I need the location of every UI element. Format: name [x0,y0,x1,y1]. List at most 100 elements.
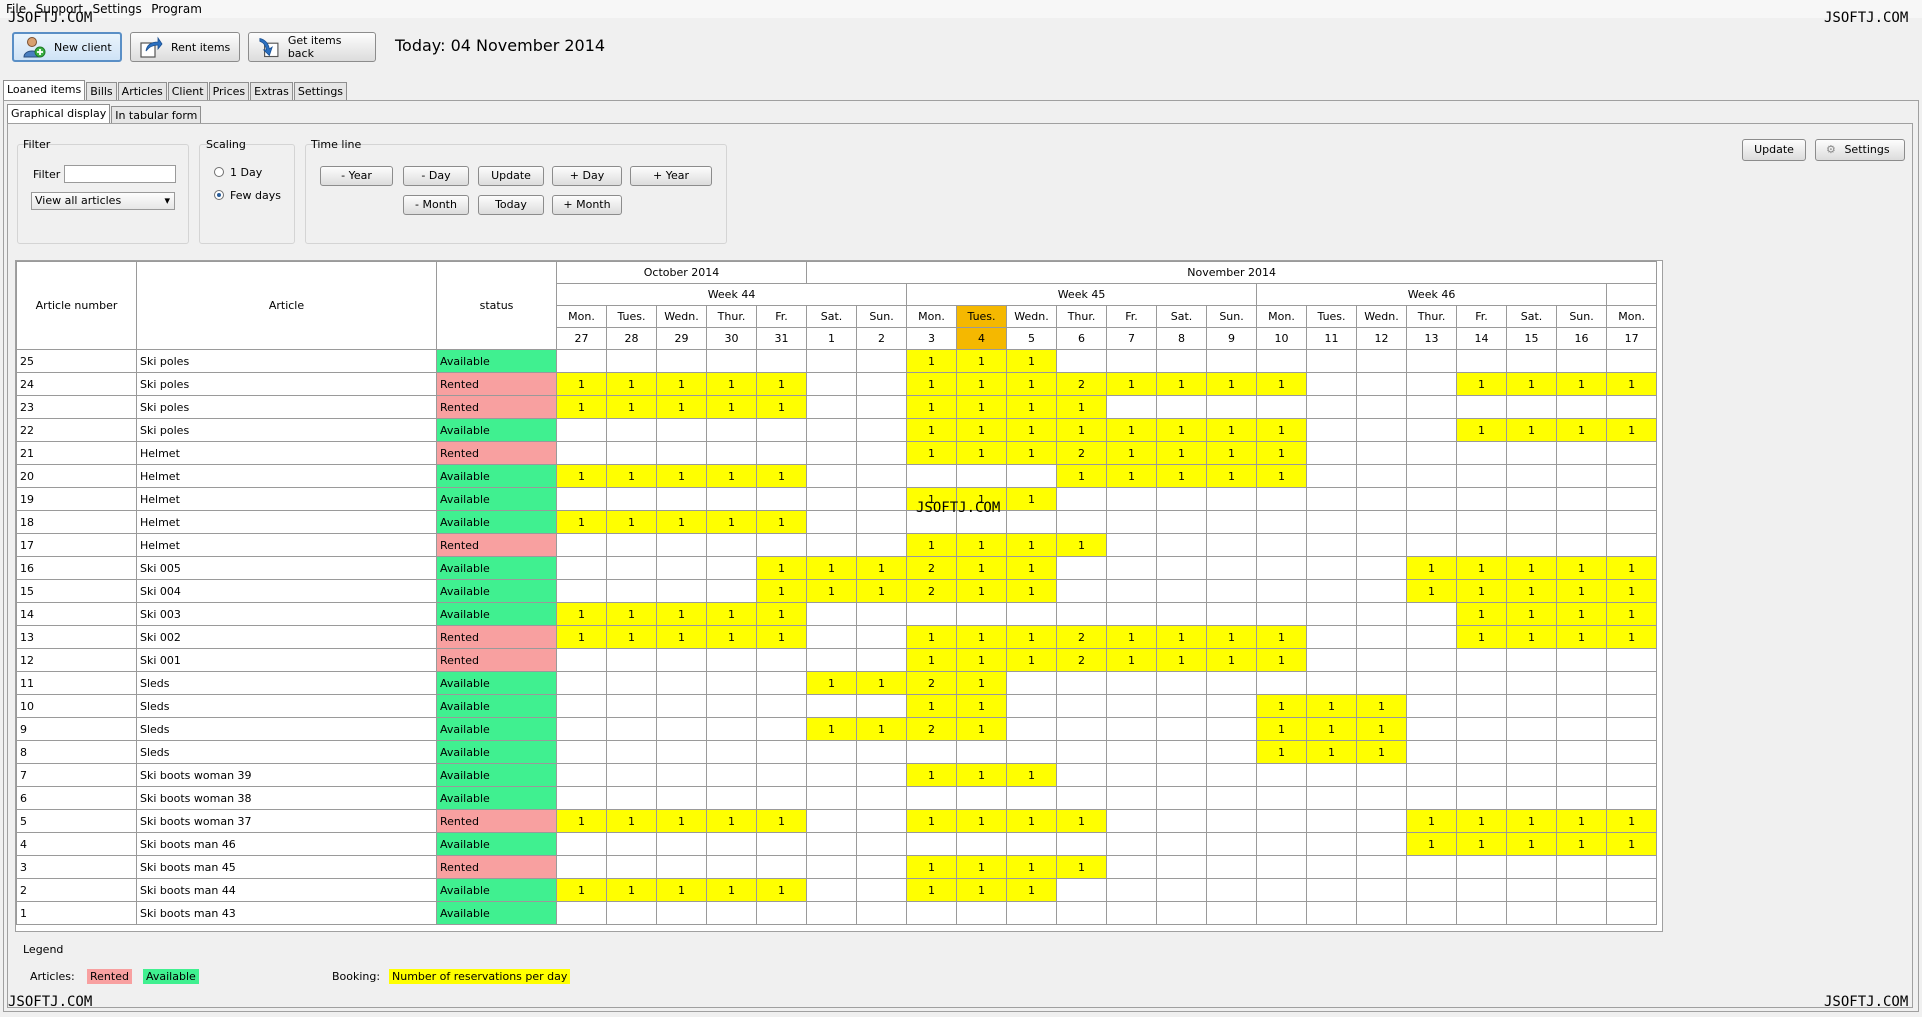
booking-cell[interactable]: 1 [1556,832,1608,856]
booking-cell[interactable] [1306,510,1358,534]
booking-cell[interactable]: 2 [906,556,958,580]
booking-cell[interactable] [1356,648,1408,672]
booking-cell[interactable] [755,349,808,373]
booking-cell[interactable] [755,418,808,442]
booking-cell[interactable]: 1 [755,579,808,603]
booking-cell[interactable] [1156,786,1208,810]
booking-cell[interactable] [1106,763,1158,787]
booking-cell[interactable] [956,832,1008,856]
booking-cell[interactable]: 1 [1006,395,1058,419]
booking-cell[interactable] [1306,809,1358,833]
booking-cell[interactable] [1156,878,1208,902]
booking-cell[interactable]: 1 [1456,418,1508,442]
booking-cell[interactable]: 1 [956,418,1008,442]
booking-cell[interactable] [956,786,1008,810]
booking-cell[interactable]: 1 [706,602,757,626]
booking-cell[interactable] [1556,510,1608,534]
menu-settings[interactable]: Settings [93,0,142,18]
booking-cell[interactable] [1256,901,1308,925]
booking-cell[interactable]: 1 [1506,625,1558,649]
booking-cell[interactable]: 1 [1256,694,1308,718]
booking-cell[interactable] [1406,786,1458,810]
booking-cell[interactable]: 1 [906,418,958,442]
booking-cell[interactable] [755,694,808,718]
booking-cell[interactable]: 1 [1356,694,1408,718]
booking-cell[interactable] [1256,510,1308,534]
booking-cell[interactable] [1256,855,1308,879]
booking-cell[interactable]: 1 [1006,763,1058,787]
booking-cell[interactable] [1306,533,1358,557]
booking-cell[interactable] [1056,602,1108,626]
booking-cell[interactable] [1506,395,1558,419]
booking-cell[interactable]: 1 [1206,648,1258,672]
booking-cell[interactable] [1606,533,1658,557]
booking-cell[interactable]: 1 [906,763,958,787]
booking-cell[interactable] [1406,901,1458,925]
booking-cell[interactable] [856,510,908,534]
booking-cell[interactable] [706,671,757,695]
booking-cell[interactable] [556,740,607,764]
booking-cell[interactable]: 1 [1506,372,1558,396]
booking-cell[interactable]: 1 [1206,464,1258,488]
plus-year-button[interactable]: + Year [630,166,712,186]
plus-day-button[interactable]: + Day [552,166,622,186]
booking-cell[interactable] [956,464,1008,488]
booking-cell[interactable]: 1 [1056,533,1108,557]
booking-cell[interactable] [556,648,607,672]
booking-cell[interactable] [1306,855,1358,879]
booking-cell[interactable]: 1 [1556,809,1608,833]
booking-cell[interactable] [1456,786,1508,810]
booking-cell[interactable] [1206,556,1258,580]
booking-cell[interactable]: 1 [1156,372,1208,396]
booking-cell[interactable] [706,717,757,741]
booking-cell[interactable]: 1 [706,464,757,488]
booking-cell[interactable]: 2 [1056,372,1108,396]
booking-cell[interactable] [656,855,707,879]
booking-cell[interactable] [706,579,757,603]
booking-cell[interactable]: 1 [606,510,657,534]
booking-cell[interactable]: 1 [1556,625,1608,649]
booking-cell[interactable] [806,648,858,672]
booking-cell[interactable] [656,901,707,925]
table-row[interactable]: 4 Ski boots man 46 Available 1 1 1 1 1 [16,832,1658,856]
booking-cell[interactable]: 1 [1156,464,1208,488]
booking-cell[interactable]: 1 [906,372,958,396]
booking-cell[interactable]: 1 [1006,809,1058,833]
booking-cell[interactable] [1556,671,1608,695]
booking-cell[interactable] [1006,832,1058,856]
booking-cell[interactable]: 1 [1056,464,1108,488]
booking-cell[interactable] [1006,510,1058,534]
booking-cell[interactable] [1256,602,1308,626]
booking-cell[interactable] [1406,349,1458,373]
booking-cell[interactable]: 1 [956,671,1008,695]
booking-cell[interactable] [1506,763,1558,787]
booking-cell[interactable]: 1 [656,395,707,419]
booking-cell[interactable] [806,786,858,810]
table-row[interactable]: 5 Ski boots woman 37 Rented 1 1 1 1 1 1 1 1 1 1 1 1 1 1 [16,809,1658,833]
booking-cell[interactable] [1256,763,1308,787]
booking-cell[interactable]: 1 [656,510,707,534]
new-client-button[interactable]: New client [12,32,122,62]
booking-cell[interactable] [606,786,657,810]
booking-cell[interactable] [556,832,607,856]
booking-cell[interactable] [1356,625,1408,649]
table-row[interactable]: 14 Ski 003 Available 1 1 1 1 1 1 1 1 1 [16,602,1658,626]
booking-cell[interactable] [1306,625,1358,649]
booking-cell[interactable] [806,740,858,764]
booking-cell[interactable] [1256,395,1308,419]
booking-cell[interactable] [1606,901,1658,925]
booking-cell[interactable]: 1 [1306,694,1358,718]
booking-cell[interactable] [755,786,808,810]
booking-cell[interactable]: 1 [1156,648,1208,672]
booking-cell[interactable] [706,763,757,787]
booking-cell[interactable] [1106,832,1158,856]
booking-cell[interactable] [1006,786,1058,810]
booking-cell[interactable] [1156,763,1208,787]
booking-cell[interactable]: 1 [1556,579,1608,603]
booking-cell[interactable] [1406,648,1458,672]
booking-cell[interactable] [1406,510,1458,534]
booking-cell[interactable] [1206,694,1258,718]
booking-cell[interactable] [1106,510,1158,534]
booking-cell[interactable] [1206,579,1258,603]
booking-cell[interactable] [755,533,808,557]
